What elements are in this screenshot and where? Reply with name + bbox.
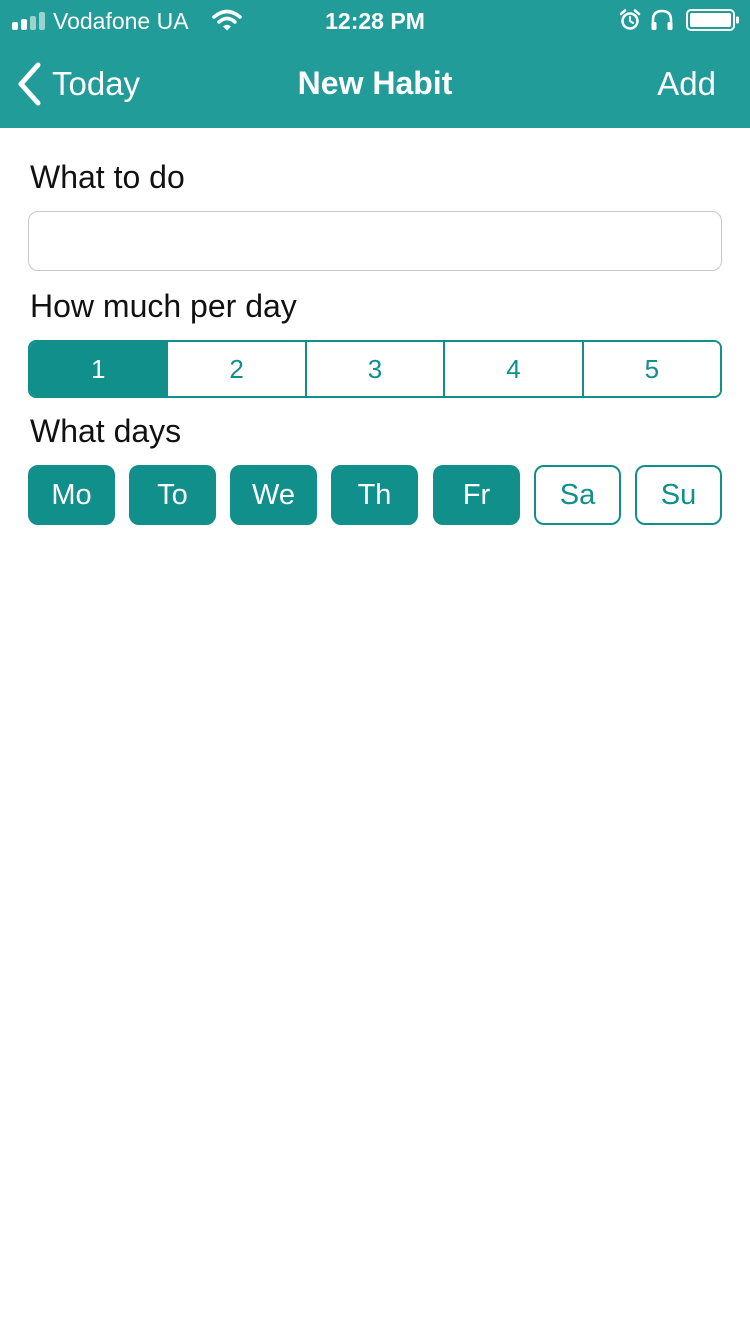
- segment-2[interactable]: 2: [166, 342, 305, 396]
- add-button[interactable]: Add: [657, 65, 716, 103]
- day-button-su[interactable]: Su: [635, 465, 722, 525]
- day-button-fr[interactable]: Fr: [433, 465, 520, 525]
- day-button-mo[interactable]: Mo: [28, 465, 115, 525]
- how-much-segmented-control: 1 2 3 4 5: [28, 340, 722, 398]
- page-title: New Habit: [297, 65, 453, 101]
- header: Vodafone UA 12:28 PM Today New Habit Add: [0, 0, 750, 128]
- segment-5[interactable]: 5: [581, 342, 720, 396]
- battery-icon: [686, 9, 739, 31]
- segment-1[interactable]: 1: [30, 342, 167, 396]
- day-selector: Mo To We Th Fr Sa Su: [28, 465, 722, 525]
- what-to-do-input[interactable]: [28, 211, 722, 271]
- status-bar: Vodafone UA 12:28 PM: [0, 0, 750, 40]
- nav-bar: Today New Habit Add: [0, 40, 750, 128]
- how-much-label: How much per day: [30, 288, 297, 324]
- alarm-icon: [619, 9, 641, 30]
- day-button-th[interactable]: Th: [331, 465, 418, 525]
- segment-3[interactable]: 3: [304, 342, 444, 396]
- headphones-icon: [651, 9, 673, 30]
- day-button-sa[interactable]: Sa: [534, 465, 621, 525]
- day-button-to[interactable]: To: [129, 465, 216, 525]
- day-button-we[interactable]: We: [230, 465, 317, 525]
- segment-4[interactable]: 4: [443, 342, 582, 396]
- what-days-label: What days: [30, 413, 182, 449]
- what-to-do-label: What to do: [30, 159, 185, 195]
